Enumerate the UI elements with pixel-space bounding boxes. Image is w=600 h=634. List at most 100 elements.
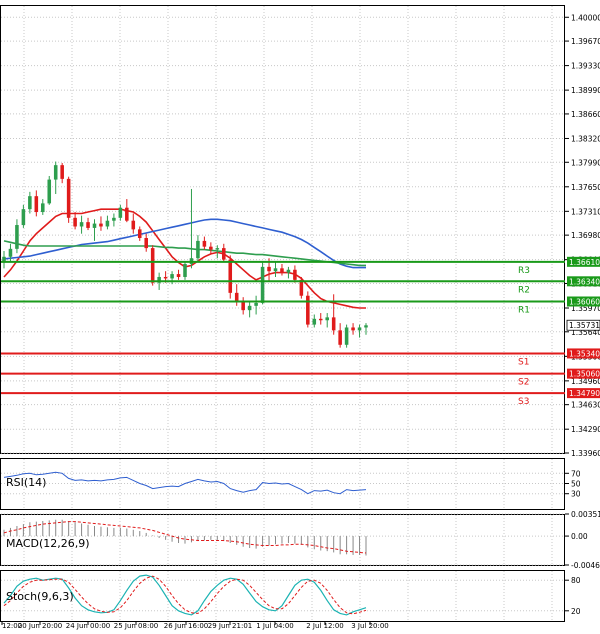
candle-body	[241, 301, 245, 311]
level-price-label: 1.36340	[569, 277, 600, 286]
forex-chart: 1.40000 1.39670 1.39330 1.38990 1.38660 1.383…	[0, 5, 600, 630]
x-tick-label: 24 Jun 00:00	[66, 622, 110, 630]
candle-body	[170, 274, 174, 279]
x-tick-label: 1 Jul 04:00	[256, 622, 294, 630]
candle-body	[222, 248, 226, 260]
candle-body	[73, 217, 77, 227]
candle-body	[228, 259, 233, 293]
level-price-label: 1.34790	[569, 389, 600, 398]
candle-body	[254, 302, 258, 306]
current-price-label: 1.35731	[569, 321, 600, 330]
candle-body	[34, 196, 39, 213]
x-tick-label: 2 Jul 12:00	[306, 622, 344, 630]
level-label-s2: S2	[518, 378, 529, 388]
candle-body	[41, 203, 45, 213]
candle-body	[351, 327, 355, 331]
candle-body	[150, 248, 155, 283]
candle-body	[247, 305, 252, 311]
level-label-r3: R3	[518, 266, 530, 276]
candle-body	[79, 222, 84, 227]
candle-body	[267, 266, 271, 272]
candle-body	[260, 266, 265, 303]
y-tick-label: 0.00	[571, 532, 588, 541]
y-tick-label: 70	[571, 469, 581, 478]
x-tick-label: 26 Jun 16:00	[164, 622, 208, 630]
y-tick-label: 1.34630	[571, 401, 600, 410]
level-label-r2: R2	[518, 285, 530, 295]
candle-body	[209, 246, 213, 250]
x-tick-label: 29 Jun 21:01	[208, 622, 252, 630]
candle-body	[280, 268, 284, 273]
candle-body	[202, 240, 207, 247]
candle-body	[118, 207, 123, 218]
candle-body	[66, 178, 71, 218]
y-tick-label: 1.39670	[571, 37, 600, 46]
level-label-s3: S3	[518, 397, 529, 407]
y-tick-label: 1.38990	[571, 86, 600, 95]
y-tick-label: 1.37650	[571, 183, 600, 192]
rsi-title: RSI(14)	[6, 476, 46, 489]
y-tick-label: 1.39330	[571, 62, 600, 71]
candle-body	[338, 330, 342, 345]
candle-body	[344, 327, 349, 345]
candle-body	[125, 207, 129, 221]
candle-body	[131, 220, 136, 230]
candle-body	[318, 318, 323, 321]
candle-body	[47, 179, 52, 204]
y-tick-label: 1.34290	[571, 425, 600, 434]
level-price-label: 1.35340	[569, 349, 600, 358]
y-tick-label: 1.38660	[571, 110, 600, 119]
candle-body	[105, 220, 110, 227]
stoch-title: Stoch(9,6,3)	[6, 590, 74, 603]
level-price-label: 1.35060	[569, 370, 600, 379]
x-tick-label: 3 Jul 20:00	[351, 622, 389, 630]
candle-body	[234, 292, 239, 302]
level-price-label: 1.36060	[569, 298, 600, 307]
level-label-r1: R1	[518, 306, 530, 316]
candle-body	[325, 317, 329, 321]
x-tick-label: 20 Jun 20:00	[18, 622, 62, 630]
candle-body	[8, 248, 13, 257]
candle-body	[60, 165, 64, 179]
y-tick-label: 1.36980	[571, 231, 600, 240]
candle-body	[21, 209, 26, 226]
y-tick-label: 1.40000	[571, 13, 600, 22]
candle-body	[15, 225, 19, 249]
y-tick-label: 50	[571, 480, 581, 489]
y-tick-label: 20	[571, 607, 581, 616]
candle-body	[293, 269, 297, 280]
macd-title: MACD(12,26,9)	[6, 537, 90, 550]
candle-body	[364, 325, 368, 328]
y-tick-label: 1.38320	[571, 134, 600, 143]
candle-body	[92, 223, 97, 228]
candle-body	[112, 217, 116, 221]
candle-body	[183, 263, 187, 277]
candle-body	[53, 165, 58, 180]
y-tick-label: 1.33960	[571, 449, 600, 458]
candle-body	[137, 229, 142, 239]
y-tick-label: 80	[571, 576, 581, 585]
candle-body	[176, 274, 181, 277]
candle-body	[28, 196, 32, 210]
level-label-s1: S1	[518, 357, 529, 367]
candle-body	[357, 327, 362, 331]
y-tick-label: 30	[571, 490, 581, 499]
candle-body	[215, 248, 220, 250]
y-tick-label: 1.37990	[571, 158, 600, 167]
candle-body	[196, 240, 200, 259]
x-tick-label: 25 Jun 08:00	[114, 622, 158, 630]
stoch-panel	[0, 570, 565, 622]
level-price-label: 1.36610	[569, 258, 600, 267]
y-tick-label: -0.004602	[571, 561, 600, 570]
candle-body	[306, 295, 310, 325]
price-panel	[0, 5, 565, 454]
candle-body	[312, 318, 317, 325]
candle-body	[286, 269, 291, 273]
candle-body	[163, 276, 168, 279]
candle-body	[86, 222, 90, 228]
y-tick-label: 1.37310	[571, 207, 600, 216]
candle-body	[144, 238, 148, 249]
candle-body	[99, 223, 103, 227]
candle-body	[331, 317, 336, 331]
y-tick-label: 0.003512	[571, 510, 600, 519]
